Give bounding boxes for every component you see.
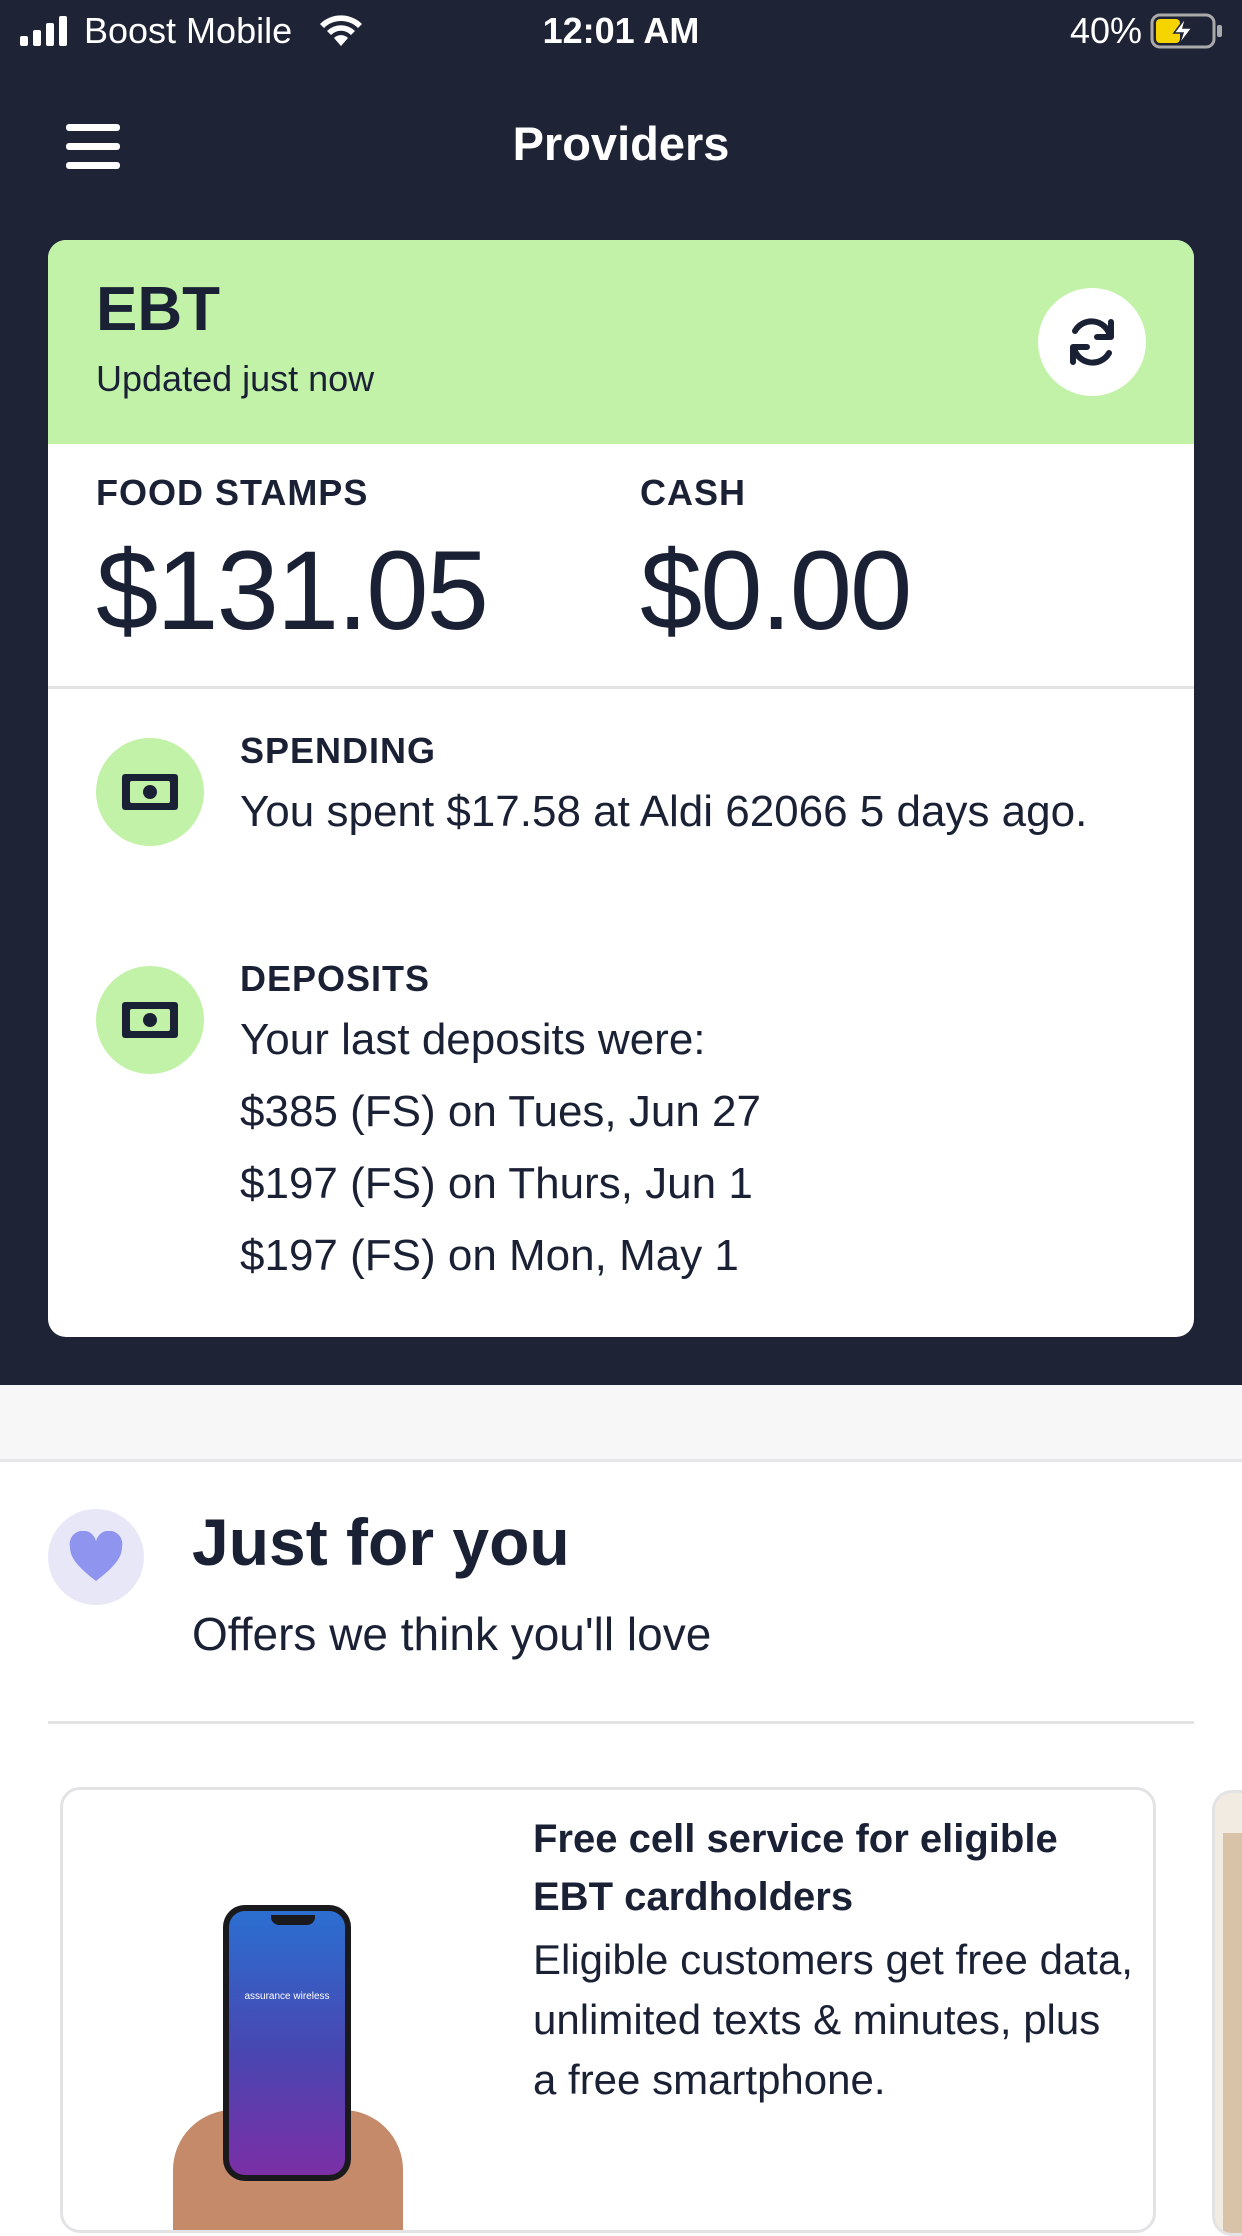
spending-icon-badge: [96, 738, 204, 846]
cash-icon: [122, 774, 178, 810]
status-bar: Boost Mobile 12:01 AM 40%: [0, 0, 1242, 62]
heart-icon: [69, 1531, 123, 1581]
phone-brand-logo: assurance wireless: [244, 1991, 330, 2002]
offer-title: Free cell service for eligible EBT cardh…: [533, 1817, 1058, 1919]
cash-icon: [122, 1002, 178, 1038]
refresh-button[interactable]: [1038, 288, 1146, 396]
ebt-card-header: EBT Updated just now: [48, 240, 1194, 444]
offer-card[interactable]: assurance wireless Free cell service for…: [60, 1787, 1156, 2233]
phone-image: assurance wireless: [223, 1905, 351, 2181]
deposit-item: $385 (FS) on Tues, Jun 27: [240, 1087, 761, 1136]
heart-badge: [48, 1509, 144, 1605]
ebt-updated-text: Updated just now: [96, 358, 375, 399]
cash-balance: $0.00: [640, 528, 912, 653]
page-title: Providers: [512, 117, 730, 170]
battery-charging-icon: [1150, 13, 1222, 49]
divider: [48, 686, 1194, 689]
ebt-card-title: EBT: [96, 275, 220, 344]
just-for-you-title: Just for you: [192, 1505, 570, 1579]
spending-label: SPENDING: [240, 730, 437, 771]
status-time: 12:01 AM: [542, 10, 700, 51]
deposit-item: $197 (FS) on Mon, May 1: [240, 1231, 739, 1280]
just-for-you-subtitle: Offers we think you'll love: [192, 1608, 712, 1660]
food-stamps-balance: $131.05: [96, 528, 489, 653]
ebt-balance-card: EBT Updated just now FOOD STAMPS $131.05…: [48, 240, 1194, 1337]
cash-label: CASH: [640, 472, 747, 513]
refresh-icon: [1070, 318, 1114, 366]
deposits-intro: Your last deposits were:: [240, 1015, 706, 1064]
deposits-icon-badge: [96, 966, 204, 1074]
deposits-label: DEPOSITS: [240, 958, 431, 999]
food-stamps-label: FOOD STAMPS: [96, 472, 369, 513]
deposit-item: $197 (FS) on Thurs, Jun 1: [240, 1159, 753, 1208]
section-spacer: [0, 1385, 1242, 1462]
divider: [48, 1721, 1194, 1724]
spending-text: You spent $17.58 at Aldi 62066 5 days ag…: [240, 787, 1088, 836]
next-offer-card-peek[interactable]: [1212, 1790, 1242, 2236]
battery-percent: 40%: [1069, 10, 1142, 51]
offer-description: Eligible customers get free data, unlimi…: [533, 1936, 1133, 2103]
